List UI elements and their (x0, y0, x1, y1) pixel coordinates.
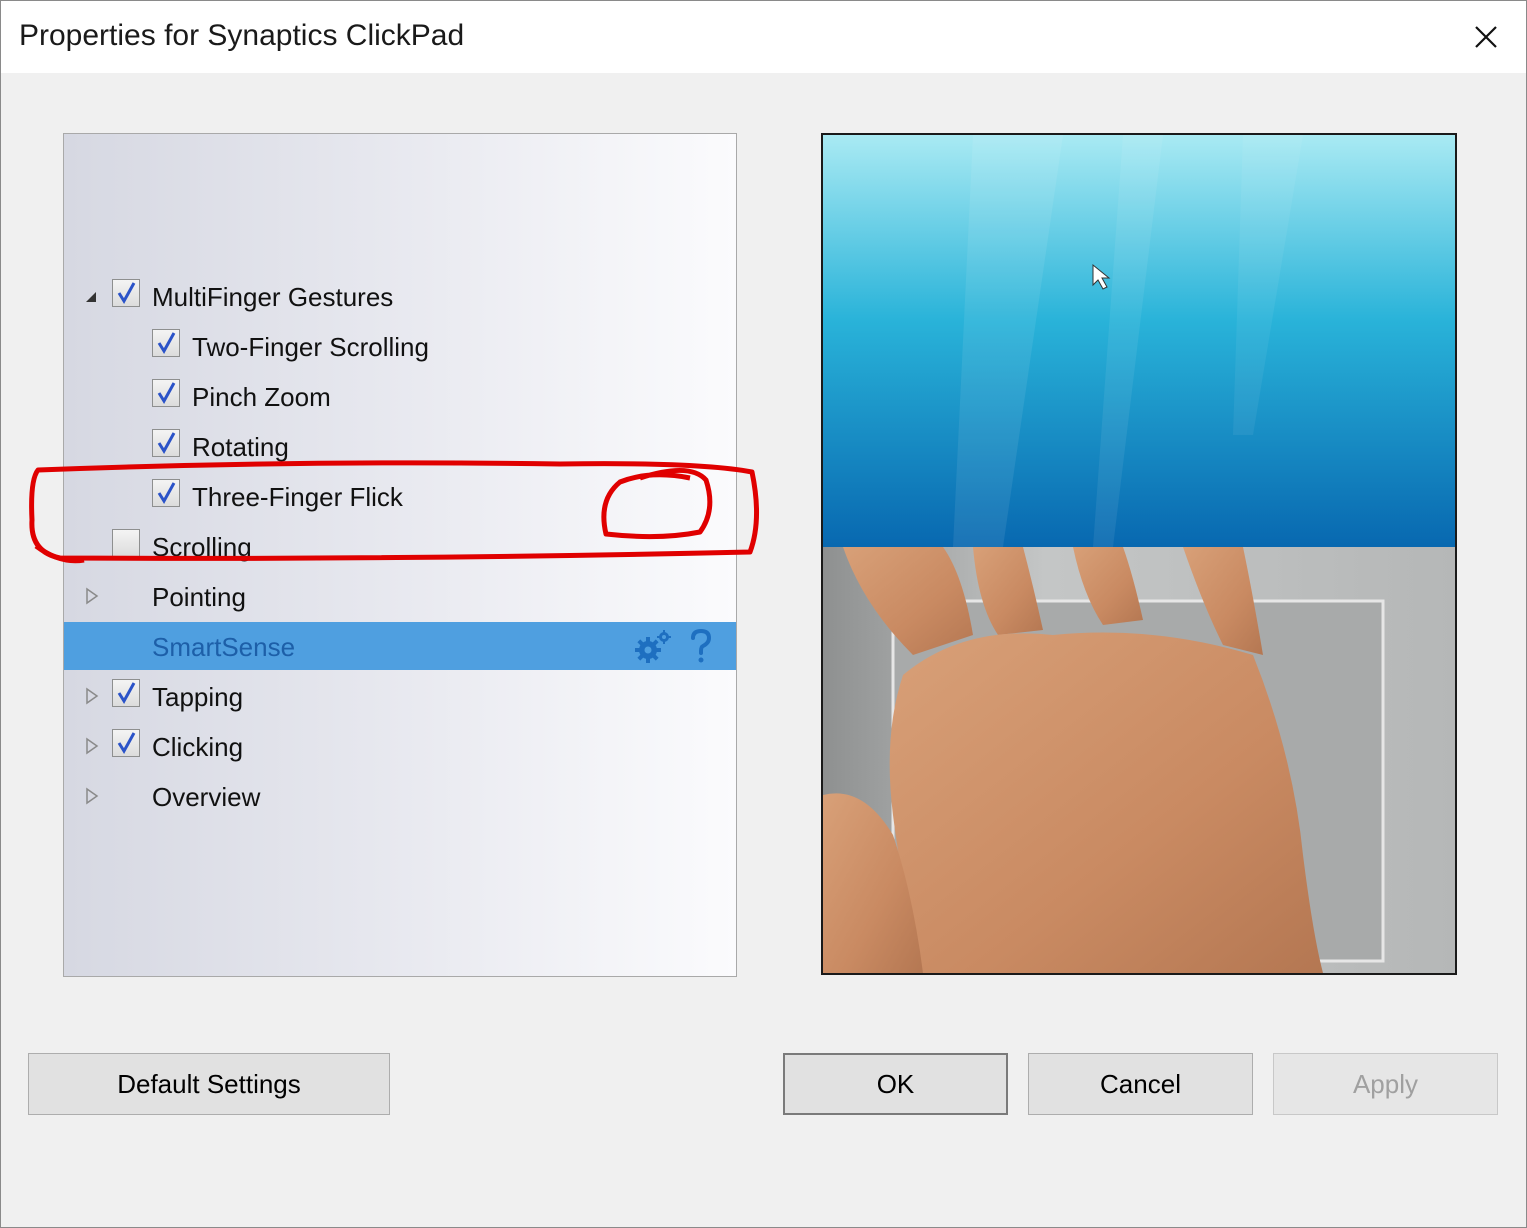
three-finger-flick-checkbox[interactable] (152, 479, 180, 507)
default-settings-button[interactable]: Default Settings (28, 1053, 390, 1115)
gesture-preview-video (821, 133, 1457, 975)
scrolling-checkbox[interactable] (112, 529, 140, 557)
properties-dialog: Properties for Synaptics ClickPad MultiF… (0, 0, 1527, 1228)
tree-item-smartsense[interactable]: SmartSense (64, 622, 736, 670)
tree-item-tapping[interactable]: Tapping (64, 672, 736, 720)
ok-button[interactable]: OK (783, 1053, 1008, 1115)
window-title: Properties for Synaptics ClickPad (19, 19, 465, 52)
collapsed-arrow-icon[interactable] (84, 586, 100, 606)
tree-item-label: SmartSense (152, 632, 296, 662)
collapsed-arrow-icon[interactable] (84, 686, 100, 706)
tree-item-pointing[interactable]: Pointing (64, 572, 736, 620)
touchpad-demo-image (823, 135, 1455, 973)
tree-item-clicking[interactable]: Clicking (64, 722, 736, 770)
tree-item-label: Clicking (152, 732, 244, 762)
tree-item-label: Rotating (192, 432, 289, 462)
checkmark-icon (157, 482, 176, 504)
tree-item-label: Three-Finger Flick (192, 482, 403, 512)
rotating-checkbox[interactable] (152, 429, 180, 457)
tree-item-label: Pinch Zoom (192, 382, 331, 412)
expanded-arrow-icon[interactable] (84, 286, 100, 306)
cancel-button[interactable]: Cancel (1028, 1053, 1253, 1115)
collapsed-arrow-icon[interactable] (84, 786, 100, 806)
tree-item-pinch-zoom[interactable]: Pinch Zoom (64, 372, 736, 420)
apply-button[interactable]: Apply (1273, 1053, 1498, 1115)
tree-item-rotating[interactable]: Rotating (64, 422, 736, 470)
tapping-checkbox[interactable] (112, 679, 140, 707)
title-bar: Properties for Synaptics ClickPad (1, 1, 1526, 73)
tree-item-three-finger-flick[interactable]: Three-Finger Flick (64, 472, 736, 520)
checkmark-icon (117, 682, 136, 704)
gear-icon[interactable] (632, 628, 676, 664)
close-icon (1475, 26, 1497, 48)
tree-item-scrolling[interactable]: Scrolling (64, 522, 736, 570)
checkmark-icon (117, 732, 136, 754)
tree-item-label: Tapping (152, 682, 244, 712)
tree-item-overview[interactable]: Overview (64, 772, 736, 820)
pinch-zoom-checkbox[interactable] (152, 379, 180, 407)
tree-item-label: Two-Finger Scrolling (192, 332, 429, 362)
help-icon[interactable] (688, 628, 714, 664)
checkmark-icon (157, 382, 176, 404)
tree-item-label: Scrolling (152, 532, 252, 562)
collapsed-arrow-icon[interactable] (84, 736, 100, 756)
settings-tree[interactable]: MultiFinger Gestures Two-Finger Scrollin… (63, 133, 737, 977)
tree-item-multifinger-gestures[interactable]: MultiFinger Gestures (64, 272, 736, 320)
checkmark-icon (157, 432, 176, 454)
multifinger-gestures-checkbox[interactable] (112, 279, 140, 307)
checkmark-icon (117, 282, 136, 304)
tree-item-label: Pointing (152, 582, 246, 612)
clicking-checkbox[interactable] (112, 729, 140, 757)
close-button[interactable] (1446, 1, 1526, 73)
two-finger-scrolling-checkbox[interactable] (152, 329, 180, 357)
checkmark-icon (157, 332, 176, 354)
tree-item-label: MultiFinger Gestures (152, 282, 394, 312)
tree-item-label: Overview (152, 782, 261, 812)
tree-item-two-finger-scrolling[interactable]: Two-Finger Scrolling (64, 322, 736, 370)
